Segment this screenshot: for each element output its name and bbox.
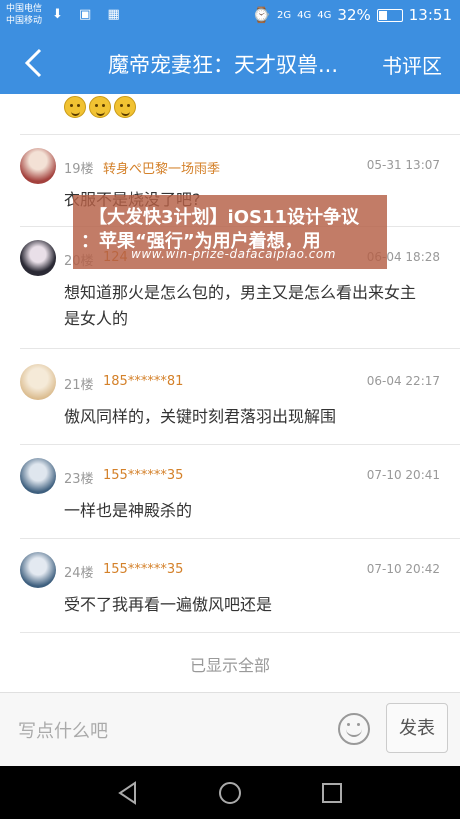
divider [20, 632, 460, 633]
network-4g-b: 4G [317, 9, 332, 21]
comment-input[interactable]: 写点什么吧 [18, 717, 108, 743]
emoji-icon [114, 96, 136, 118]
carrier-info: 中国电信 中国移动 [6, 3, 42, 27]
carrier-2: 中国移动 [6, 16, 43, 26]
divider [20, 348, 460, 349]
comment-text: 傲风同样的，关键时刻君落羽出现解围 [64, 407, 337, 426]
emoji-icon [64, 96, 86, 118]
ad-url: www.win-prize-dafacaipiao.com [131, 247, 336, 261]
floor-number: 21楼 [64, 378, 94, 393]
ad-overlay[interactable]: 【大发快3计划】iOS11设计争议 ：苹果“强行”为用户着想，用 www.win… [73, 195, 387, 269]
avatar[interactable] [20, 364, 56, 400]
divider [20, 444, 460, 445]
avatar[interactable] [20, 458, 56, 494]
system-nav-bar [0, 766, 460, 819]
username[interactable]: 155******35 [103, 468, 183, 483]
comment-list[interactable]: 19楼 转身ぺ巴黎一场雨季 05-31 13:07 衣服不是烧没了吧? 20楼 … [0, 94, 460, 692]
all-shown-note: 已显示全部 [189, 656, 270, 675]
status-bar: 中国电信 中国移动 ⬇ ▣ ▦ ⌚ 2G 4G 4G 32% 13:51 [0, 0, 460, 32]
post-date: 07-10 20:41 [366, 468, 440, 482]
post-button[interactable]: 发表 [386, 703, 448, 753]
home-circle-icon[interactable] [217, 780, 243, 806]
avatar[interactable] [20, 552, 56, 588]
review-area-link[interactable]: 书评区 [382, 50, 442, 79]
recents-square-icon[interactable] [319, 780, 345, 806]
post-date: 07-10 20:42 [366, 562, 440, 576]
chevron-left-icon [24, 48, 42, 78]
alarm-icon: ⌚ [252, 6, 272, 24]
comment-input-bar: 写点什么吧 发表 [0, 692, 460, 766]
comment-text: 一样也是神殿杀的 [64, 501, 193, 520]
back-triangle-icon[interactable] [115, 780, 141, 806]
header-bar: 魔帝宠妻狂：天才驭兽... 书评区 [0, 32, 460, 94]
username[interactable]: 185******81 [103, 374, 183, 389]
username[interactable]: 155******35 [103, 562, 183, 577]
divider [20, 134, 460, 135]
username[interactable]: 转身ぺ巴黎一场雨季 [103, 158, 220, 177]
network-4g-a: 4G [297, 9, 312, 21]
post-date: 06-04 22:17 [366, 374, 440, 388]
battery-icon [376, 8, 403, 22]
back-button[interactable] [20, 46, 50, 80]
floor-number: 19楼 [64, 162, 94, 177]
floor-number: 24楼 [64, 566, 94, 581]
avatar[interactable] [20, 148, 56, 184]
floor-number: 23楼 [64, 472, 94, 487]
clock: 13:51 [408, 6, 452, 24]
post-date: 05-31 13:07 [366, 158, 440, 172]
battery-percent: 32% [337, 6, 371, 24]
emoji-picker-icon[interactable] [338, 713, 370, 745]
notification-icons: ⬇ ▣ ▦ [52, 7, 126, 22]
network-2g: 2G [277, 9, 292, 21]
divider [20, 538, 460, 539]
comment-text: 受不了我再看一遍傲风吧还是 [64, 595, 273, 614]
page-title: 魔帝宠妻狂：天才驭兽... [108, 53, 339, 77]
avatar[interactable] [20, 240, 56, 276]
carrier-1: 中国电信 [6, 4, 43, 14]
comment-text: 想知道那火是怎么包的，男主又是怎么看出来女主是女人的 [64, 283, 417, 328]
emoji-icon [89, 96, 111, 118]
ad-line-1: 【大发快3计划】iOS11设计争议 [89, 207, 360, 228]
status-right: ⌚ 2G 4G 4G 32% 13:51 [252, 6, 452, 24]
emoji-row [64, 96, 136, 118]
